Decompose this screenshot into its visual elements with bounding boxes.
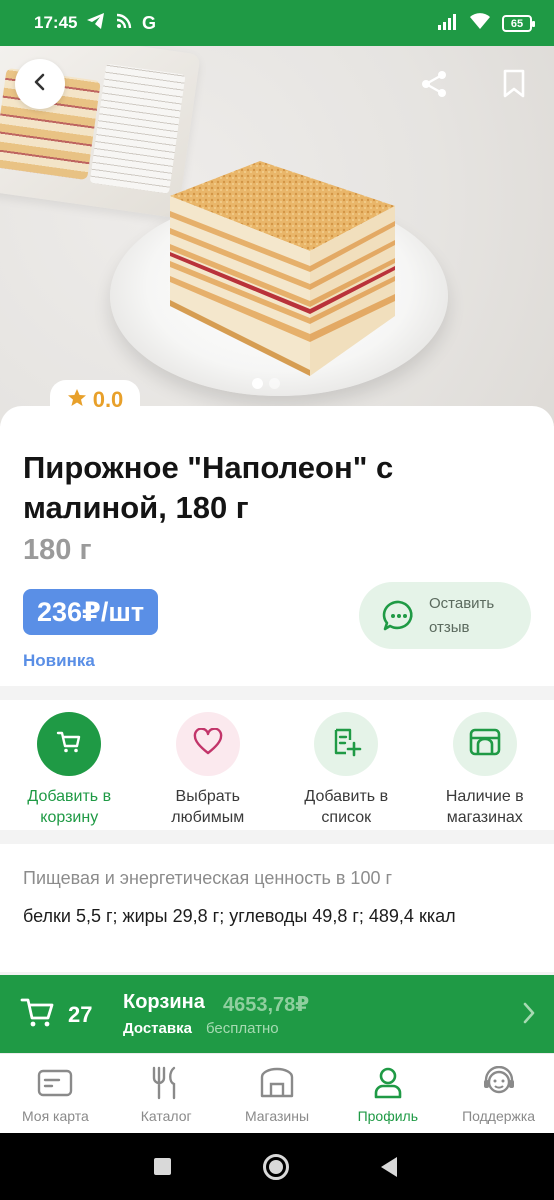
person-icon <box>373 1066 403 1100</box>
add-to-cart-label: Добавить в корзину <box>27 788 112 826</box>
nutrition-section: Пищевая и энергетическая ценность в 100 … <box>0 844 554 972</box>
product-title: Пирожное "Наполеон" с малиной, 180 г <box>23 450 394 525</box>
nav-support[interactable]: Поддержка <box>443 1054 554 1133</box>
nav-catalog-label: Каталог <box>140 1108 192 1124</box>
carousel-dot-2[interactable] <box>269 378 280 389</box>
recent-apps-button[interactable] <box>154 1158 171 1175</box>
add-to-cart-button[interactable]: Добавить в корзину <box>0 700 139 830</box>
store-availability-label: Наличие в магазинах <box>445 788 524 826</box>
system-navigation-bar <box>0 1133 554 1200</box>
cart-sum: 4653,78₽ <box>223 994 310 1016</box>
google-icon: G <box>142 13 157 33</box>
bottom-navigation: Моя карта Каталог Магазины Профиль Подде… <box>0 1053 554 1133</box>
chevron-left-icon <box>32 72 48 97</box>
star-icon <box>67 388 87 413</box>
status-bar: 17:45 G 65 <box>0 0 554 46</box>
fork-knife-icon <box>150 1066 182 1100</box>
favorite-button[interactable]: Выбрать любимым <box>139 700 278 830</box>
nav-stores[interactable]: Магазины <box>222 1054 333 1133</box>
carousel-dots <box>252 378 280 389</box>
favorite-label: Выбрать любимым <box>171 788 245 826</box>
new-badge: Новинка <box>23 651 95 670</box>
heart-icon <box>193 726 223 761</box>
price-badge: 236₽/шт <box>23 589 159 635</box>
telegram-icon <box>86 12 106 35</box>
delivery-value: бесплатно <box>206 1020 279 1037</box>
signal-icon <box>438 13 458 35</box>
status-time: 17:45 <box>34 13 78 32</box>
cart-icon <box>20 995 56 1034</box>
delivery-label: Доставка <box>123 1020 192 1037</box>
cart-title: Корзина <box>123 991 205 1013</box>
nutrition-title: Пищевая и энергетическая ценность в 100 … <box>23 868 393 888</box>
cart-bar[interactable]: 27 Корзина 4653,78₽ Доставка бесплатно <box>0 975 554 1053</box>
rss-icon <box>116 13 132 34</box>
add-to-list-label: Добавить в список <box>304 788 389 826</box>
nutrition-values: белки 5,5 г; жиры 29,8 г; углеводы 49,8 … <box>23 906 456 926</box>
chat-bubble-icon <box>381 598 417 634</box>
back-button[interactable] <box>15 59 65 109</box>
leave-review-label: Оставить отзыв <box>429 594 495 636</box>
add-to-list-button[interactable]: Добавить в список <box>277 700 416 830</box>
system-back-button[interactable] <box>381 1157 397 1177</box>
nav-my-card-label: Моя карта <box>21 1108 89 1124</box>
leave-review-button[interactable]: Оставить отзыв <box>359 582 531 649</box>
product-image-gallery[interactable] <box>0 46 554 426</box>
home-button[interactable] <box>263 1154 289 1180</box>
nav-catalog[interactable]: Каталог <box>111 1054 222 1133</box>
nav-my-card[interactable]: Моя карта <box>0 1054 111 1133</box>
carousel-dot-1[interactable] <box>252 378 263 389</box>
cart-count: 27 <box>68 1002 93 1027</box>
wifi-icon <box>468 12 492 35</box>
share-button[interactable] <box>414 66 454 106</box>
bookmark-icon <box>502 69 526 104</box>
card-icon <box>37 1066 73 1100</box>
nav-stores-label: Магазины <box>244 1108 310 1124</box>
bookmark-button[interactable] <box>494 66 534 106</box>
store-icon <box>259 1066 295 1100</box>
product-actions: Добавить в корзину Выбрать любимым Добав… <box>0 700 554 830</box>
nav-support-label: Поддержка <box>462 1108 536 1124</box>
product-weight: 180 г <box>23 534 92 566</box>
cart-icon <box>56 729 82 760</box>
nav-profile-label: Профиль <box>357 1108 418 1124</box>
battery-icon: 65 <box>502 15 535 32</box>
store-availability-button[interactable]: Наличие в магазинах <box>416 700 554 830</box>
list-add-icon <box>330 727 362 762</box>
rating-badge[interactable]: 0.0 <box>50 380 140 420</box>
support-icon <box>482 1066 516 1100</box>
share-icon <box>419 69 449 104</box>
chevron-right-icon <box>522 1001 536 1030</box>
rating-value: 0.0 <box>92 387 124 412</box>
nav-profile[interactable]: Профиль <box>332 1054 443 1133</box>
store-icon <box>468 726 502 763</box>
cake-image <box>170 161 395 376</box>
